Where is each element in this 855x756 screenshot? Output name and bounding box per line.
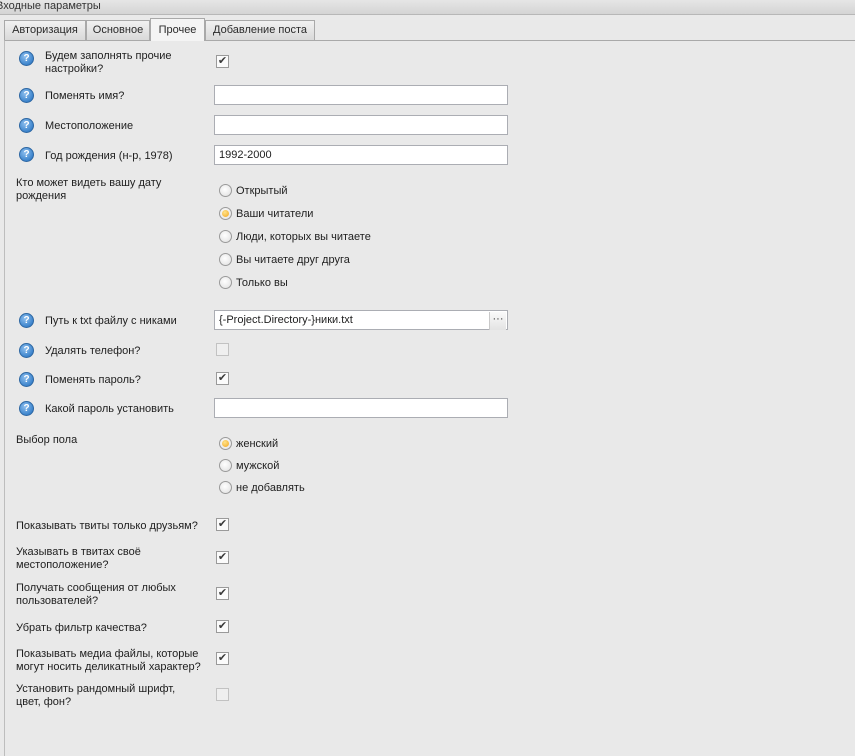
- radio-birthdate-followers[interactable]: [219, 207, 232, 220]
- show-sensitive-media-checkbox[interactable]: ✔: [216, 652, 229, 665]
- messages-any-users-checkbox[interactable]: ✔: [216, 587, 229, 600]
- tab-add-post[interactable]: Добавление поста: [205, 20, 315, 40]
- tweets-friends-only-label: Показывать твиты только друзьям?: [16, 520, 198, 532]
- random-font-label: Установить рандомный шрифт, цвет, фон?: [16, 683, 176, 708]
- radio-birthdate-only-you-label[interactable]: Только вы: [236, 277, 288, 290]
- location-label: Местоположение: [45, 120, 134, 132]
- nicks-file-field: {-Project.Directory-}ники.txt ···: [214, 310, 508, 330]
- radio-birthdate-mutual[interactable]: [219, 253, 232, 266]
- messages-any-users-label: Получать сообщения от любых пользователе…: [16, 582, 176, 607]
- birth-year-label: Год рождения (н-р, 1978): [45, 150, 173, 162]
- help-icon[interactable]: ?: [19, 88, 34, 103]
- nicks-file-value[interactable]: {-Project.Directory-}ники.txt: [219, 311, 353, 329]
- radio-birthdate-followers-label[interactable]: Ваши читатели: [236, 208, 313, 221]
- location-input[interactable]: [214, 115, 508, 135]
- radio-birthdate-only-you[interactable]: [219, 276, 232, 289]
- change-name-label: Поменять имя?: [45, 90, 125, 102]
- help-icon[interactable]: ?: [19, 118, 34, 133]
- window-titlebar: Входные параметры: [0, 0, 855, 15]
- radio-gender-none[interactable]: [219, 481, 232, 494]
- tab-main[interactable]: Основное: [86, 20, 150, 40]
- radio-gender-none-label[interactable]: не добавлять: [236, 482, 305, 495]
- birthdate-visibility-label: Кто может видеть вашу дату рождения: [16, 177, 162, 202]
- change-password-checkbox[interactable]: ✔: [216, 372, 229, 385]
- help-icon[interactable]: ?: [19, 313, 34, 328]
- delete-phone-label: Удалять телефон?: [45, 345, 141, 357]
- tab-authorization[interactable]: Авторизация: [4, 20, 86, 40]
- tweet-location-checkbox[interactable]: ✔: [216, 551, 229, 564]
- radio-birthdate-following[interactable]: [219, 230, 232, 243]
- nicks-file-label: Путь к txt файлу с никами: [45, 315, 177, 327]
- new-password-input[interactable]: [214, 398, 508, 418]
- tweet-location-label: Указывать в твитах своё местоположение?: [16, 546, 141, 571]
- birth-year-input[interactable]: [214, 145, 508, 165]
- show-sensitive-media-label: Показывать медиа файлы, которые могут но…: [16, 648, 201, 673]
- change-password-label: Поменять пароль?: [45, 374, 141, 386]
- radio-birthdate-following-label[interactable]: Люди, которых вы читаете: [236, 231, 371, 244]
- help-icon[interactable]: ?: [19, 372, 34, 387]
- change-name-input[interactable]: [214, 85, 508, 105]
- tab-other[interactable]: Прочее: [150, 18, 205, 41]
- help-icon[interactable]: ?: [19, 51, 34, 66]
- help-icon[interactable]: ?: [19, 343, 34, 358]
- radio-gender-male[interactable]: [219, 459, 232, 472]
- radio-birthdate-mutual-label[interactable]: Вы читаете друг друга: [236, 254, 350, 267]
- radio-birthdate-open-label[interactable]: Открытый: [236, 185, 288, 198]
- fill-other-checkbox[interactable]: ✔: [216, 55, 229, 68]
- radio-birthdate-open[interactable]: [219, 184, 232, 197]
- help-icon[interactable]: ?: [19, 147, 34, 162]
- radio-gender-female[interactable]: [219, 437, 232, 450]
- remove-quality-filter-checkbox[interactable]: ✔: [216, 620, 229, 633]
- radio-gender-male-label[interactable]: мужской: [236, 460, 279, 473]
- gender-label: Выбор пола: [16, 434, 78, 446]
- remove-quality-filter-label: Убрать фильтр качества?: [16, 622, 147, 634]
- new-password-label: Какой пароль установить: [45, 403, 174, 415]
- random-font-checkbox[interactable]: [216, 688, 229, 701]
- tweets-friends-only-checkbox[interactable]: ✔: [216, 518, 229, 531]
- fill-other-label: Будем заполнять прочие настройки?: [45, 50, 172, 75]
- window-title: Входные параметры: [0, 0, 101, 12]
- help-icon[interactable]: ?: [19, 401, 34, 416]
- delete-phone-checkbox[interactable]: [216, 343, 229, 356]
- browse-button[interactable]: ···: [489, 312, 506, 330]
- radio-gender-female-label[interactable]: женский: [236, 438, 278, 451]
